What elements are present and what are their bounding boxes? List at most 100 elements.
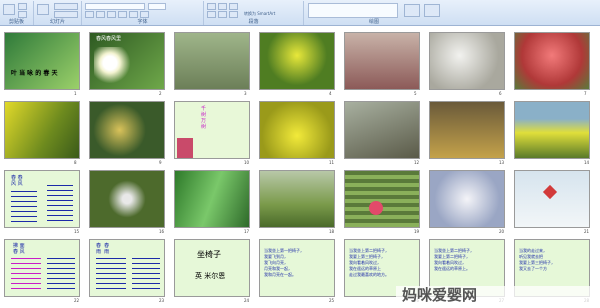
slide-number: 3: [244, 91, 247, 96]
slide-number: 23: [159, 298, 165, 303]
slide-title: 春风春风里: [96, 36, 122, 42]
ribbon-toolbar: 剪贴板 幻灯片 字体 转换为 SmartArt 段落 绘图: [0, 0, 600, 26]
slide-sorter: 叶 当 咏 的 春 天 1 春风春风里 2 3 4 5 6 7 8 9 千 树 …: [0, 26, 600, 308]
slide-number: 15: [74, 229, 80, 234]
slide-number: 16: [159, 229, 165, 234]
slide-thumbnail-25[interactable]: 当我坐上第一把椅子， 我要飞到月， 我飞向月亮， 月亮和我一起， 我和月亮在一起…: [259, 239, 335, 297]
slide-thumbnail-24[interactable]: 坐椅子 英 米尔恩: [174, 239, 250, 297]
bullets-icon[interactable]: [207, 3, 216, 10]
bold-icon[interactable]: [85, 11, 94, 18]
slide-thumbnail-12[interactable]: [344, 101, 420, 159]
slide-thumbnail-21[interactable]: [514, 170, 590, 228]
slide-subtitle: 英 米尔恩: [195, 272, 226, 280]
kite-icon: [542, 184, 558, 200]
slide-thumbnail-11[interactable]: [259, 101, 335, 159]
shadow-icon[interactable]: [118, 11, 127, 18]
slide-thumbnail-13[interactable]: [429, 101, 505, 159]
slide-number: 20: [499, 229, 505, 234]
slide-text: 春 春 雨 雨: [96, 243, 110, 255]
slide-number: 6: [499, 91, 502, 96]
slide-text: 当我坐上第二把椅子， 我要上第三把椅子， 我向看着风吹过， 我在遥远的草原上 走…: [349, 248, 389, 277]
align-right-icon[interactable]: [229, 11, 238, 18]
shapes-gallery[interactable]: [308, 3, 398, 18]
slide-number: 8: [74, 160, 77, 165]
slide-thumbnail-2[interactable]: 春风春风里: [89, 32, 165, 90]
slide-number: 11: [329, 160, 335, 165]
slide-number: 5: [414, 91, 417, 96]
text-lines: [11, 191, 37, 223]
slide-thumbnail-15[interactable]: 春 春 风 风: [4, 170, 80, 228]
font-color-icon[interactable]: [140, 11, 149, 18]
slide-number: 18: [329, 229, 335, 234]
slide-thumbnail-22[interactable]: 拂 面 春 风: [4, 239, 80, 297]
copy-icon[interactable]: [18, 11, 27, 18]
slide-thumbnail-5[interactable]: [344, 32, 420, 90]
new-slide-icon[interactable]: [37, 4, 49, 15]
slide-number: 10: [244, 160, 250, 165]
text-lines: [47, 258, 75, 292]
slide-title: 坐椅子: [197, 250, 221, 259]
paste-icon[interactable]: [3, 4, 15, 15]
font-group: 字体: [82, 1, 204, 25]
group-label-paragraph: 段落: [248, 19, 259, 25]
reset-button[interactable]: [54, 11, 78, 18]
group-label-font: 字体: [137, 19, 148, 25]
slide-thumbnail-8[interactable]: [4, 101, 80, 159]
slide-number: 21: [584, 229, 590, 234]
font-size-combo[interactable]: [148, 3, 166, 10]
slide-thumbnail-14[interactable]: [514, 101, 590, 159]
layout-button[interactable]: [54, 3, 78, 10]
slide-thumbnail-7[interactable]: [514, 32, 590, 90]
quick-styles-icon[interactable]: [424, 4, 440, 17]
slide-number: 19: [414, 229, 420, 234]
slide-text: 当我坐上第二把椅子， 我要上第二把椅子， 我向看着风吹过， 我在遥远的草原上。: [434, 248, 474, 271]
slide-number: 12: [414, 160, 420, 165]
slide-number: 25: [329, 298, 335, 303]
text-lines: [47, 185, 73, 223]
slide-number: 9: [159, 160, 162, 165]
numbering-icon[interactable]: [218, 3, 227, 10]
slide-text: 拂 面 春 风: [13, 243, 25, 255]
slide-text: 当我的走过来， 听见我就去把 我要上第三把椅子， 我又去了一个方: [519, 248, 555, 271]
strikethrough-icon[interactable]: [129, 11, 138, 18]
slide-text: 春 春 风 风: [11, 175, 23, 187]
slide-number: 14: [584, 160, 590, 165]
slide-thumbnail-18[interactable]: [259, 170, 335, 228]
slide-thumbnail-10[interactable]: 千 树 万 树: [174, 101, 250, 159]
daisy-image: [94, 47, 134, 87]
clipboard-group: 剪贴板: [0, 1, 34, 25]
slide-title: 叶 当 咏 的 春 天: [11, 70, 58, 77]
flower-image: [177, 138, 193, 158]
text-lines: [11, 258, 41, 292]
slide-thumbnail-9[interactable]: [89, 101, 165, 159]
font-name-combo[interactable]: [85, 3, 145, 10]
slide-thumbnail-17[interactable]: [174, 170, 250, 228]
slide-thumbnail-20[interactable]: [429, 170, 505, 228]
slide-thumbnail-16[interactable]: [89, 170, 165, 228]
arrange-icon[interactable]: [404, 4, 420, 17]
align-center-icon[interactable]: [218, 11, 227, 18]
italic-icon[interactable]: [96, 11, 105, 18]
indent-icon[interactable]: [229, 3, 238, 10]
slide-thumbnail-4[interactable]: [259, 32, 335, 90]
cut-icon[interactable]: [18, 3, 27, 10]
slide-text: 当我坐上第一把椅子， 我要飞到月， 我飞向月亮， 月亮和我一起， 我和月亮在一起…: [264, 248, 304, 277]
slide-thumbnail-1[interactable]: 叶 当 咏 的 春 天: [4, 32, 80, 90]
slide-number: 1: [74, 91, 77, 96]
slide-thumbnail-23[interactable]: 春 春 雨 雨: [89, 239, 165, 297]
smartart-button[interactable]: 转换为 SmartArt: [244, 11, 275, 17]
group-label-clipboard: 剪贴板: [8, 19, 24, 25]
group-label-slides: 幻灯片: [49, 19, 65, 25]
slide-number: 7: [584, 91, 587, 96]
underline-icon[interactable]: [107, 11, 116, 18]
text-lines: [132, 258, 160, 292]
slide-thumbnail-6[interactable]: [429, 32, 505, 90]
slide-number: 13: [499, 160, 505, 165]
drawing-group: 绘图: [304, 1, 600, 25]
align-left-icon[interactable]: [207, 11, 216, 18]
slide-number: 4: [329, 91, 332, 96]
slide-thumbnail-3[interactable]: [174, 32, 250, 90]
group-label-drawing: 绘图: [368, 19, 379, 25]
slides-group: 幻灯片: [34, 1, 82, 25]
slide-thumbnail-19[interactable]: [344, 170, 420, 228]
